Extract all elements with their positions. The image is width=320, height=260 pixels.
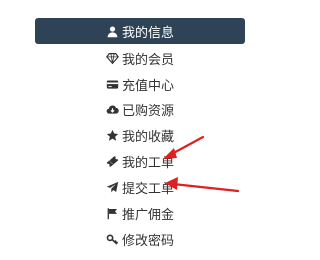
user-icon	[106, 24, 120, 38]
credit-card-icon	[106, 77, 120, 91]
menu-item-label: 已购资源	[121, 103, 174, 119]
user-center-menu: 我的信息 我的会员 充值中心 已购资源 我的收藏 我的工单 提交工单 推广佣金 …	[0, 0, 260, 260]
menu-item-purchased-resources[interactable]: 已购资源	[35, 98, 245, 120]
menu-item-label: 我的会员	[121, 52, 174, 68]
paper-plane-icon	[106, 180, 120, 194]
menu-item-label: 提交工单	[121, 181, 174, 197]
menu-item-label: 充值中心	[121, 78, 174, 94]
menu-item-label: 修改密码	[121, 233, 174, 249]
ticket-icon	[106, 154, 120, 168]
menu-item-my-info[interactable]: 我的信息	[35, 18, 245, 44]
menu-item-label: 推广佣金	[121, 207, 174, 223]
menu-item-recharge-center[interactable]: 充值中心	[35, 73, 245, 95]
cloud-download-icon	[106, 102, 120, 116]
menu-item-my-membership[interactable]: 我的会员	[35, 47, 245, 69]
star-icon	[106, 128, 120, 142]
menu-item-submit-ticket[interactable]: 提交工单	[35, 176, 245, 198]
flag-icon	[106, 206, 120, 220]
menu-item-label: 我的工单	[121, 155, 174, 171]
menu-item-label: 我的收藏	[121, 129, 174, 145]
menu-item-label: 我的信息	[121, 25, 174, 41]
key-icon	[106, 232, 120, 246]
menu-item-referral-commission[interactable]: 推广佣金	[35, 202, 245, 224]
menu-item-my-favorites[interactable]: 我的收藏	[35, 124, 245, 146]
diamond-icon	[106, 51, 120, 65]
menu-item-change-password[interactable]: 修改密码	[35, 228, 245, 250]
menu-item-my-tickets[interactable]: 我的工单	[35, 150, 245, 172]
